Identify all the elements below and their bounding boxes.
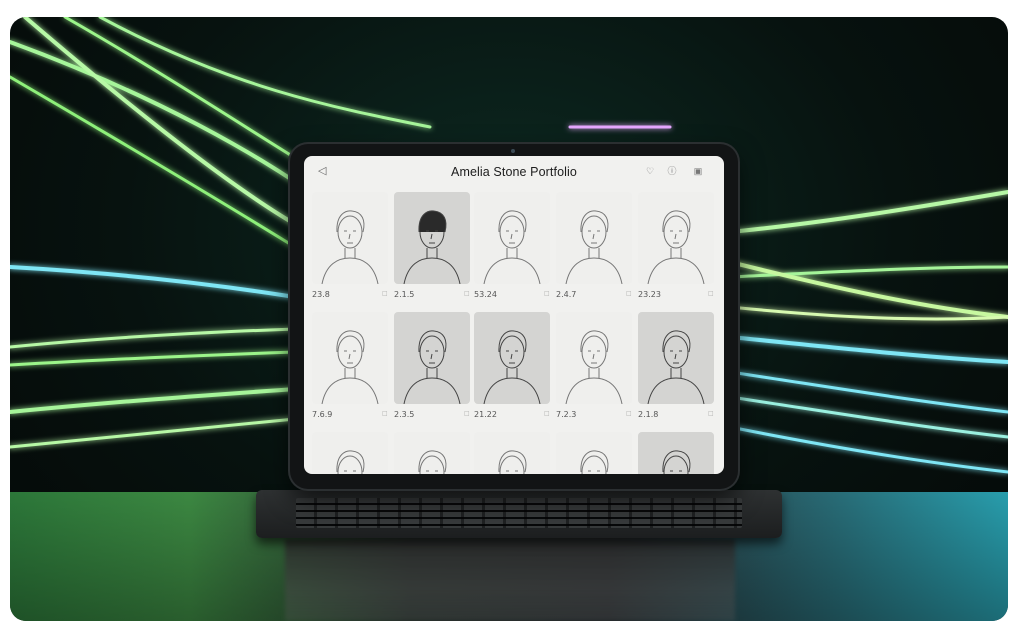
portrait-label: 23.23 □ (638, 290, 714, 299)
portrait-sketch (403, 210, 461, 284)
neon-line (728, 395, 1008, 439)
portrait-sketch (565, 210, 623, 284)
camera-dot (511, 149, 515, 153)
portrait-card[interactable] (312, 312, 388, 404)
portrait-card[interactable] (556, 432, 632, 474)
neon-line (10, 417, 297, 449)
neon-line (10, 387, 297, 414)
portrait-card[interactable] (312, 432, 388, 474)
lock-icon: □ (464, 410, 470, 417)
tablet-reflection (285, 539, 735, 621)
portrait-sketch (647, 330, 705, 404)
portrait-card[interactable] (474, 432, 550, 474)
portrait-card[interactable] (312, 192, 388, 284)
neon-line (728, 335, 1008, 364)
portrait-sketch (321, 210, 379, 284)
camera-icon[interactable]: ▣ (692, 165, 704, 177)
portrait-card[interactable] (638, 192, 714, 284)
portrait-card[interactable] (394, 192, 470, 284)
portrait-label-text: 23.23 (638, 290, 661, 299)
portrait-sketch (403, 330, 461, 404)
portrait-card[interactable] (394, 312, 470, 404)
portrait-card[interactable] (394, 432, 470, 474)
portrait-label: 2.3.5 □ (394, 410, 470, 419)
portrait-label: 21.22 □ (474, 410, 550, 419)
heart-icon[interactable]: ♡ (644, 165, 656, 177)
lock-icon: □ (382, 290, 388, 297)
portrait-sketch (580, 450, 609, 474)
lock-icon: □ (464, 290, 470, 297)
portrait-card[interactable] (556, 312, 632, 404)
neon-line (10, 350, 297, 367)
neon-line (728, 425, 1008, 474)
neon-line (10, 40, 312, 194)
portrait-sketch (418, 450, 447, 474)
portrait-sketch (483, 210, 541, 284)
portrait-label-text: 2.1.8 (638, 410, 659, 419)
info-icon[interactable]: ⓘ (666, 165, 678, 177)
lock-icon: □ (626, 410, 632, 417)
neon-line (10, 327, 297, 349)
portrait-label: 7.6.9 □ (312, 410, 388, 419)
portrait-card[interactable] (474, 192, 550, 284)
portrait-card[interactable] (638, 432, 714, 474)
page-title: Amelia Stone Portfolio (451, 165, 577, 179)
portrait-sketch (498, 450, 527, 474)
portrait-sketch (321, 330, 379, 404)
portrait-label-text: 53.24 (474, 290, 497, 299)
portrait-sketch (662, 450, 691, 474)
portrait-sketch (483, 330, 541, 404)
lock-icon: □ (382, 410, 388, 417)
portrait-sketch (336, 450, 365, 474)
portrait-label-text: 7.2.3 (556, 410, 577, 419)
portrait-card[interactable] (474, 312, 550, 404)
portrait-card[interactable] (556, 192, 632, 284)
tablet-device: ◁ Amelia Stone Portfolio ♡ ⓘ ▣ 23.8 □ 2.1.… (290, 144, 738, 489)
neon-line (10, 265, 297, 299)
portrait-label: 2.4.7 □ (556, 290, 632, 299)
portrait-label: 2.1.8 □ (638, 410, 714, 419)
portrait-label: 53.24 □ (474, 290, 550, 299)
portrait-sketch (647, 210, 705, 284)
portrait-label: 7.2.3 □ (556, 410, 632, 419)
lock-icon: □ (544, 410, 550, 417)
neon-line (98, 17, 432, 129)
neon-line (728, 190, 1008, 234)
neon-line (728, 370, 1008, 414)
tablet-screen: ◁ Amelia Stone Portfolio ♡ ⓘ ▣ 23.8 □ 2.1.… (304, 156, 724, 474)
portrait-sketch (565, 330, 623, 404)
portrait-label-text: 21.22 (474, 410, 497, 419)
keyboard (256, 490, 782, 538)
lock-icon: □ (626, 290, 632, 297)
portrait-label-text: 2.3.5 (394, 410, 415, 419)
portrait-label-text: 2.4.7 (556, 290, 577, 299)
portrait-label-text: 23.8 (312, 290, 330, 299)
neon-line (63, 17, 312, 169)
portrait-card[interactable] (638, 312, 714, 404)
lock-icon: □ (544, 290, 550, 297)
portrait-label: 23.8 □ (312, 290, 388, 299)
app-header: ◁ Amelia Stone Portfolio ♡ ⓘ ▣ (304, 156, 724, 186)
keyboard-keys (296, 498, 742, 528)
portrait-label-text: 2.1.5 (394, 290, 415, 299)
lock-icon: □ (708, 410, 714, 417)
scene-frame: ◁ Amelia Stone Portfolio ♡ ⓘ ▣ 23.8 □ 2.1.… (10, 17, 1008, 621)
lock-icon: □ (708, 290, 714, 297)
portrait-label: 2.1.5 □ (394, 290, 470, 299)
portrait-label-text: 7.6.9 (312, 410, 333, 419)
